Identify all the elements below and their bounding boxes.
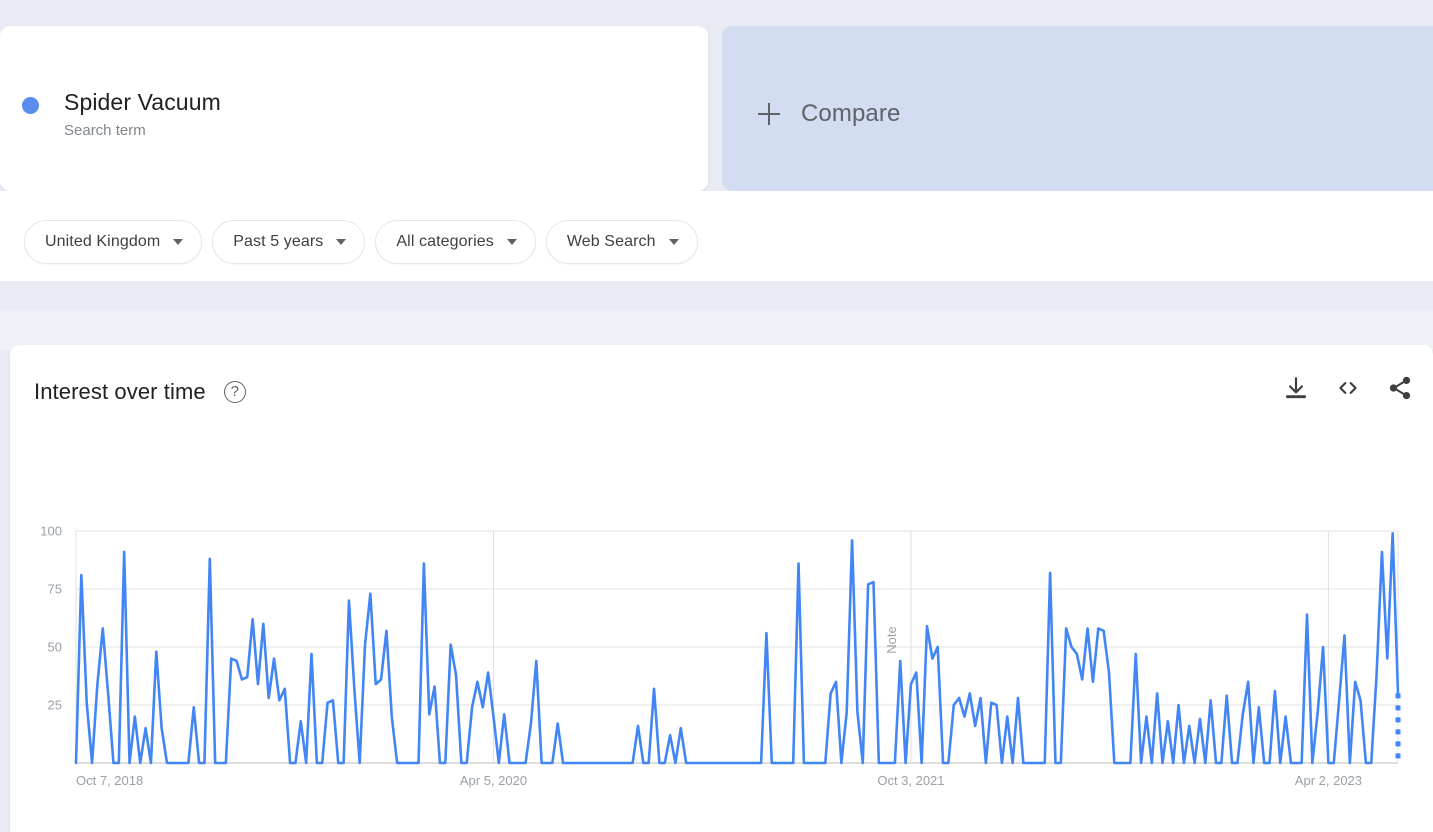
x-axis-tick-label: Apr 5, 2020	[460, 773, 527, 788]
filter-bar: United Kingdom Past 5 years All categori…	[0, 191, 1433, 281]
chart-note-label: Note	[884, 626, 899, 653]
background-band-lower	[0, 310, 1433, 350]
search-term-card[interactable]: Spider Vacuum Search term	[0, 26, 708, 191]
background-band-between	[0, 281, 1433, 310]
background-band-upper	[0, 0, 1433, 26]
y-axis-tick-label: 75	[48, 582, 62, 597]
x-axis-tick-label: Oct 7, 2018	[76, 773, 143, 788]
chevron-down-icon	[173, 239, 184, 245]
chevron-down-icon	[336, 239, 347, 245]
interest-over-time-card: Interest over time ? 25 50 75 100 Oct 7,…	[10, 345, 1433, 832]
compare-card[interactable]: Compare	[722, 26, 1433, 191]
chevron-down-icon	[506, 239, 517, 245]
series-color-dot	[22, 97, 39, 114]
plus-icon	[758, 103, 780, 125]
search-term-content: Spider Vacuum Search term	[22, 88, 221, 142]
chevron-down-icon	[668, 239, 679, 245]
trends-page: Spider Vacuum Search term Compare United…	[0, 0, 1433, 832]
filter-chip-searchtype[interactable]: Web Search	[545, 220, 698, 264]
chart-note-annotation: Note	[884, 626, 899, 653]
x-axis-tick-label: Oct 3, 2021	[877, 773, 944, 788]
interest-over-time-chart[interactable]: 25 50 75 100 Oct 7, 2018 Apr 5, 2020 Oct 3, 20…	[10, 345, 1433, 832]
filter-chip-category[interactable]: All categories	[375, 220, 536, 264]
compare-label: Compare	[801, 100, 901, 127]
search-term-text: Spider Vacuum Search term	[64, 88, 221, 142]
filter-chip-group: United Kingdom Past 5 years All categori…	[24, 220, 698, 264]
y-axis-tick-label: 25	[48, 698, 62, 713]
search-term-label: Spider Vacuum	[64, 89, 221, 115]
filter-chip-location[interactable]: United Kingdom	[24, 220, 203, 264]
filter-chip-category-label: All categories	[396, 233, 494, 250]
compare-content: Compare	[758, 100, 900, 128]
search-term-type: Search term	[64, 122, 146, 139]
filter-chip-searchtype-label: Web Search	[566, 233, 656, 250]
series-line-spider-vacuum	[74, 532, 1400, 765]
header-row: Spider Vacuum Search term Compare	[0, 26, 1433, 191]
y-axis-tick-label: 50	[48, 640, 62, 655]
filter-chip-location-label: United Kingdom	[45, 233, 161, 250]
filter-chip-timerange[interactable]: Past 5 years	[212, 220, 366, 264]
y-axis-tick-label: 100	[40, 524, 62, 539]
filter-chip-timerange-label: Past 5 years	[233, 233, 324, 250]
chart-canvas: 25 50 75 100 Oct 7, 2018 Apr 5, 2020 Oct 3, 20…	[40, 524, 1401, 788]
x-axis-tick-label: Apr 2, 2023	[1295, 773, 1362, 788]
